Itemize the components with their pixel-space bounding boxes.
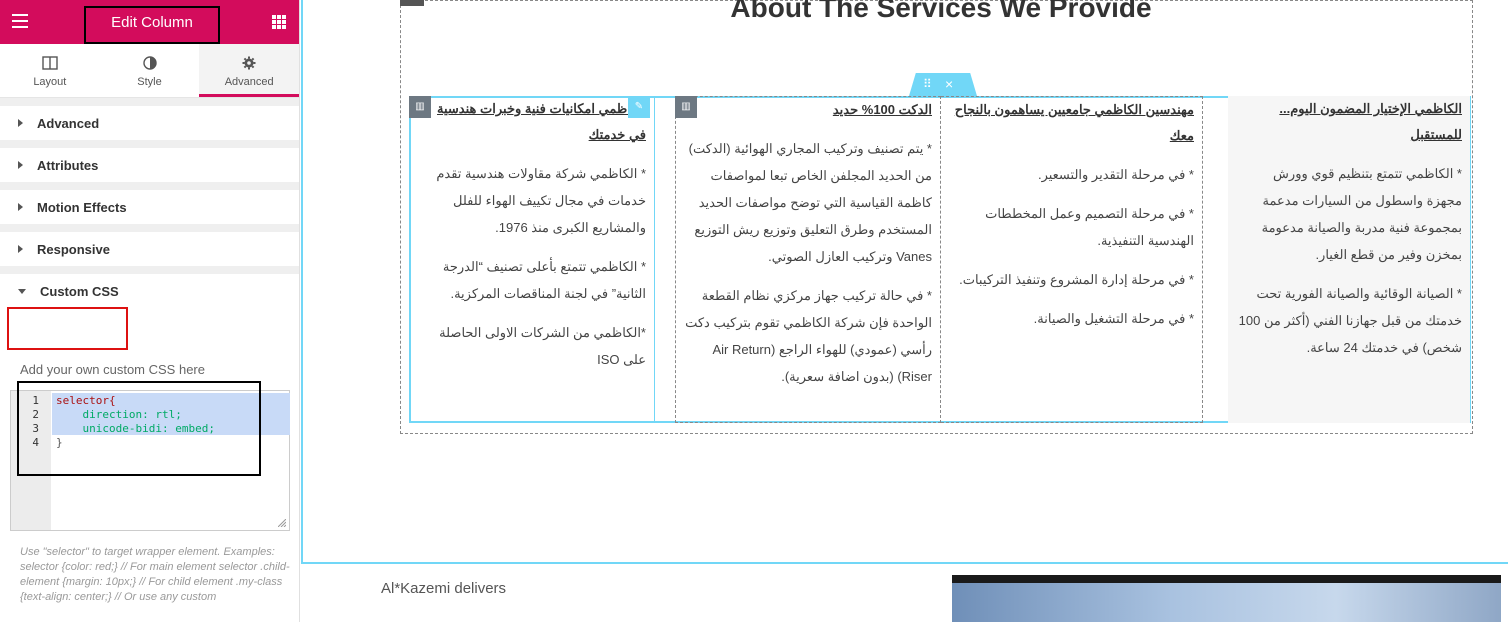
column-edit-handle[interactable]: ▥ (675, 96, 697, 118)
below-section-text: Al*Kazemi delivers (381, 580, 507, 597)
custom-css-highlight-box (7, 307, 128, 350)
section-label: Attributes (37, 157, 99, 173)
section-label: Motion Effects (37, 199, 127, 215)
panel-header: Edit Column (0, 0, 299, 44)
section-motion-effects[interactable]: Motion Effects (0, 182, 299, 224)
tab-layout[interactable]: Layout (0, 44, 100, 97)
column-heading: الدكت 100% حديد (832, 102, 932, 117)
column-paragraph: * الكاظمي شركة مقاولات هندسية تقدم خدمات… (436, 166, 646, 235)
editor-panel: Edit Column Layout Style Advanced Advanc… (0, 0, 300, 622)
pencil-icon[interactable]: ✎ (628, 96, 650, 118)
canvas-frame-left (301, 0, 303, 564)
panel-title: Edit Column (84, 6, 220, 44)
section-custom-css[interactable]: Custom CSS (0, 266, 299, 308)
video-thumbnail[interactable] (952, 575, 1501, 622)
columns-icon (42, 56, 58, 70)
widgets-grid-icon[interactable] (272, 15, 286, 29)
service-column-3[interactable]: الدكت 100% حديد * يتم تصنيف وتركيب المجا… (675, 96, 941, 423)
column-paragraph: * الكاظمي تتمتع بأعلى تصنيف “الدرجة الثا… (442, 259, 646, 301)
caret-right-icon (18, 119, 23, 127)
tab-label: Advanced (224, 76, 274, 88)
video-sky (952, 583, 1501, 622)
column-paragraph: * في مرحلة التصميم وعمل المخططات الهندسي… (985, 206, 1194, 248)
service-column-1[interactable]: الكاظمي الإختيار المضمون اليوم... للمستق… (1228, 96, 1470, 423)
gear-icon (242, 56, 256, 70)
custom-css-hint: Add your own custom CSS here (20, 362, 205, 377)
tab-label: Layout (33, 76, 67, 88)
column-paragraph: * يتم تصنيف وتركيب المجاري الهوائية (الد… (688, 141, 932, 264)
drag-icon[interactable]: ⠿ (923, 77, 932, 91)
preview-canvas: About The Services We Provide ⠿ × الكاظم… (301, 0, 1508, 622)
services-heading: About The Services We Provide (730, 0, 1152, 23)
column-heading: الكاظمي الإختيار المضمون اليوم... للمستق… (1279, 101, 1462, 142)
section-label: Advanced (37, 115, 100, 131)
close-icon[interactable]: × (945, 76, 953, 92)
inner-section-handle[interactable]: ⠿ × (909, 73, 977, 96)
caret-right-icon (18, 161, 23, 169)
column-paragraph: * في مرحلة التشغيل والصيانة. (1033, 311, 1194, 326)
section-attributes[interactable]: Attributes (0, 140, 299, 182)
column-paragraph: * في حالة تركيب جهاز مركزي نظام القطعة ا… (685, 288, 932, 384)
column-paragraph: * الصيانة الوقائية والصيانة الفورية تحت … (1238, 286, 1462, 355)
half-circle-icon (142, 56, 157, 70)
css-help-text: Use "selector" to target wrapper element… (20, 546, 290, 603)
tab-label: Style (137, 76, 162, 88)
code-highlight-box (17, 381, 261, 476)
section-label: Custom CSS (40, 283, 119, 299)
hamburger-menu-icon[interactable] (12, 14, 28, 28)
service-column-4[interactable]: الكاظمي امكانيات فنية وخبرات هندسية في خ… (409, 96, 655, 423)
column-heading: الكاظمي امكانيات فنية وخبرات هندسية في خ… (437, 101, 646, 142)
resize-grip-icon[interactable] (278, 519, 286, 527)
column-heading: مهندسين الكاظمي جامعيين يساهمون بالنجاح … (954, 102, 1194, 143)
caret-right-icon (18, 203, 23, 211)
canvas-frame-bottom (301, 562, 1508, 564)
tab-style[interactable]: Style (100, 44, 200, 97)
section-handle[interactable] (400, 0, 424, 6)
section-advanced[interactable]: Advanced (0, 98, 299, 140)
tab-advanced[interactable]: Advanced (199, 44, 299, 97)
caret-down-icon (18, 288, 26, 294)
service-column-2[interactable]: مهندسين الكاظمي جامعيين يساهمون بالنجاح … (941, 96, 1203, 423)
panel-tabs: Layout Style Advanced (0, 44, 299, 98)
section-responsive[interactable]: Responsive (0, 224, 299, 266)
column-edit-handle[interactable]: ▥ (409, 96, 431, 118)
column-paragraph: * في مرحلة التقدير والتسعير. (1037, 167, 1194, 182)
column-paragraph: *الكاظمي من الشركات الاولى الحاصلة على I… (439, 325, 646, 367)
column-paragraph: * الكاظمي تتمتع بتنظيم قوي وورش مجهزة وا… (1261, 166, 1462, 262)
caret-right-icon (18, 245, 23, 253)
section-label: Responsive (37, 241, 110, 257)
column-paragraph: * في مرحلة إدارة المشروع وتنفيذ التركيبا… (959, 272, 1194, 287)
